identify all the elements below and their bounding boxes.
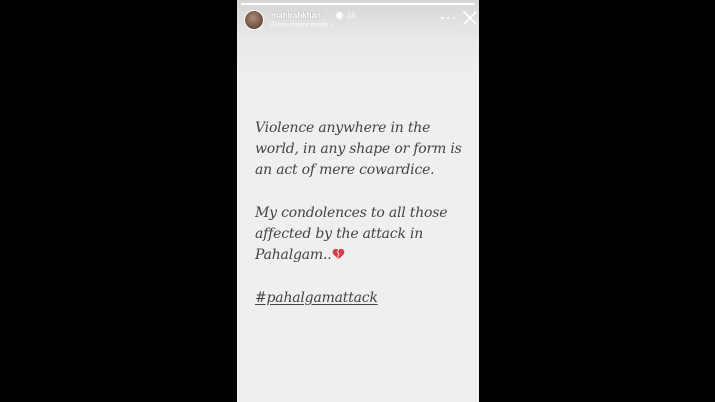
story-card[interactable]: mahirahkhan 3h From create mode › Violenc… [237, 0, 479, 402]
avatar[interactable] [244, 10, 264, 30]
broken-heart-icon [333, 248, 345, 260]
story-paragraph: My condolences to all those affected by … [255, 203, 477, 266]
story-progress-fill [241, 3, 475, 5]
time-ago: 3h [347, 11, 356, 20]
hashtag-link[interactable]: #pahalgamattack [255, 288, 378, 309]
screen-backdrop: mahirahkhan 3h From create mode › Violenc… [0, 0, 715, 402]
story-line-with-emoji: Pahalgam.. [255, 245, 477, 266]
story-header: mahirahkhan 3h From create mode › [244, 10, 477, 34]
story-line: affected by the attack in [255, 226, 424, 242]
story-line-text: Pahalgam.. [255, 247, 332, 263]
chevron-right-icon: › [330, 22, 333, 29]
create-mode-link[interactable]: From create mode › [271, 22, 333, 29]
story-line: My condolences to all those [255, 205, 448, 221]
more-dots-icon [446, 16, 450, 20]
story-paragraph: #pahalgamattack [255, 288, 477, 309]
more-dots-icon [441, 16, 444, 20]
close-icon [463, 11, 477, 25]
close-button[interactable] [462, 10, 478, 26]
story-line: world, in any shape or form is [255, 141, 462, 157]
verified-badge-icon [336, 12, 343, 19]
more-dots-icon [452, 16, 455, 20]
story-line: Violence anywhere in the [255, 120, 431, 136]
more-options-button[interactable] [441, 14, 455, 22]
create-mode-label: From create mode [271, 22, 329, 29]
story-text: Violence anywhere in the world, in any s… [255, 118, 477, 331]
story-line: an act of mere cowardice. [255, 162, 435, 178]
story-progress-bar [241, 3, 475, 5]
username[interactable]: mahirahkhan [271, 11, 321, 20]
story-paragraph: Violence anywhere in the world, in any s… [255, 118, 477, 181]
